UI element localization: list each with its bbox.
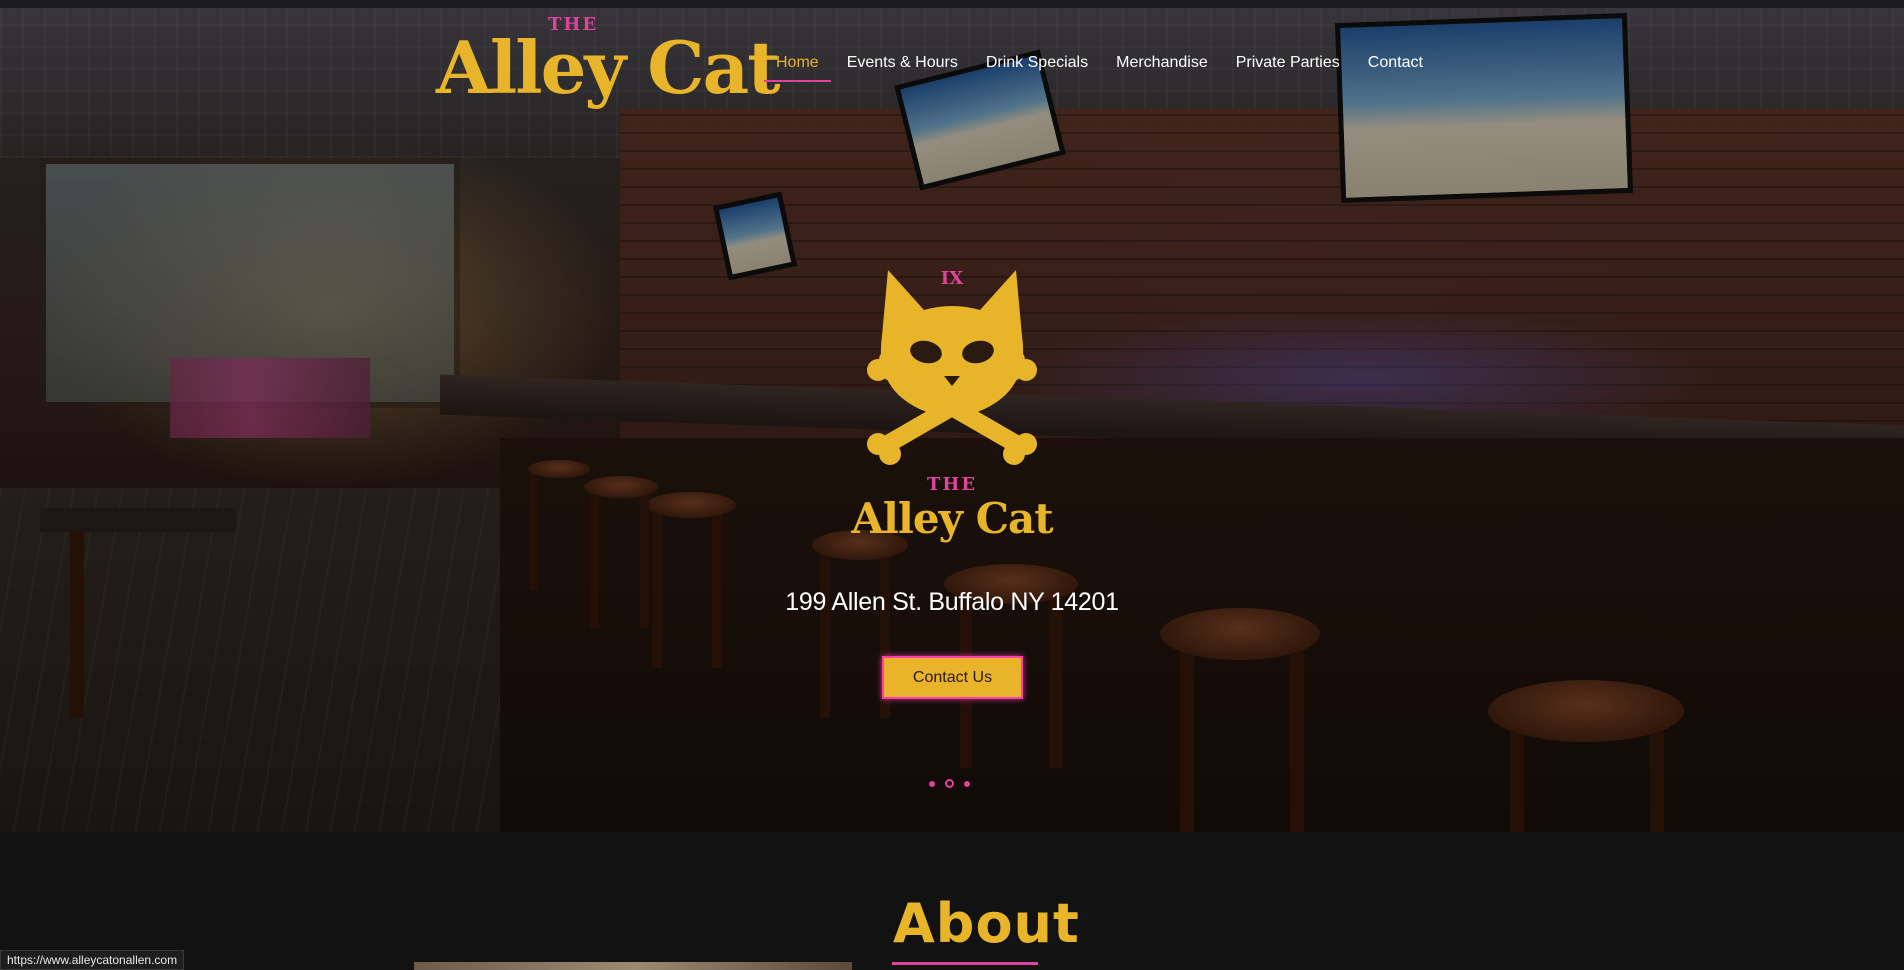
emblem-numeral: IX — [941, 268, 963, 289]
address-text: 199 Allen St. Buffalo NY 14201 — [785, 588, 1119, 616]
emblem-the: THE — [926, 474, 978, 495]
top-strip — [0, 0, 1904, 8]
nav-events-hours[interactable]: Events & Hours — [833, 50, 972, 82]
nav-contact[interactable]: Contact — [1354, 50, 1437, 82]
slide-dot-active[interactable] — [945, 779, 954, 788]
logo-name: Alley Cat — [436, 25, 780, 110]
cat-skull-icon: IX — [867, 268, 1037, 465]
nav-drink-specials[interactable]: Drink Specials — [972, 50, 1102, 82]
nav-merchandise[interactable]: Merchandise — [1102, 50, 1222, 82]
status-bar-url: https://www.alleycatonallen.com — [0, 950, 185, 970]
contact-us-button[interactable]: Contact Us — [882, 656, 1023, 699]
about-image — [414, 962, 852, 970]
slide-dot[interactable] — [964, 780, 970, 787]
nav-home[interactable]: Home — [762, 50, 833, 82]
about-underline — [892, 962, 1038, 965]
about-heading: About — [893, 892, 1080, 955]
about-section: About — [0, 832, 1904, 970]
slide-indicators — [929, 779, 970, 788]
main-nav: Home Events & Hours Drink Specials Merch… — [762, 50, 1437, 82]
nav-private-parties[interactable]: Private Parties — [1222, 50, 1354, 82]
slide-dot[interactable] — [929, 780, 935, 787]
hero-emblem: IX THE Alley Cat — [851, 258, 1053, 558]
emblem-name: Alley Cat — [851, 494, 1053, 543]
site-logo[interactable]: THE Alley Cat — [436, 14, 780, 114]
